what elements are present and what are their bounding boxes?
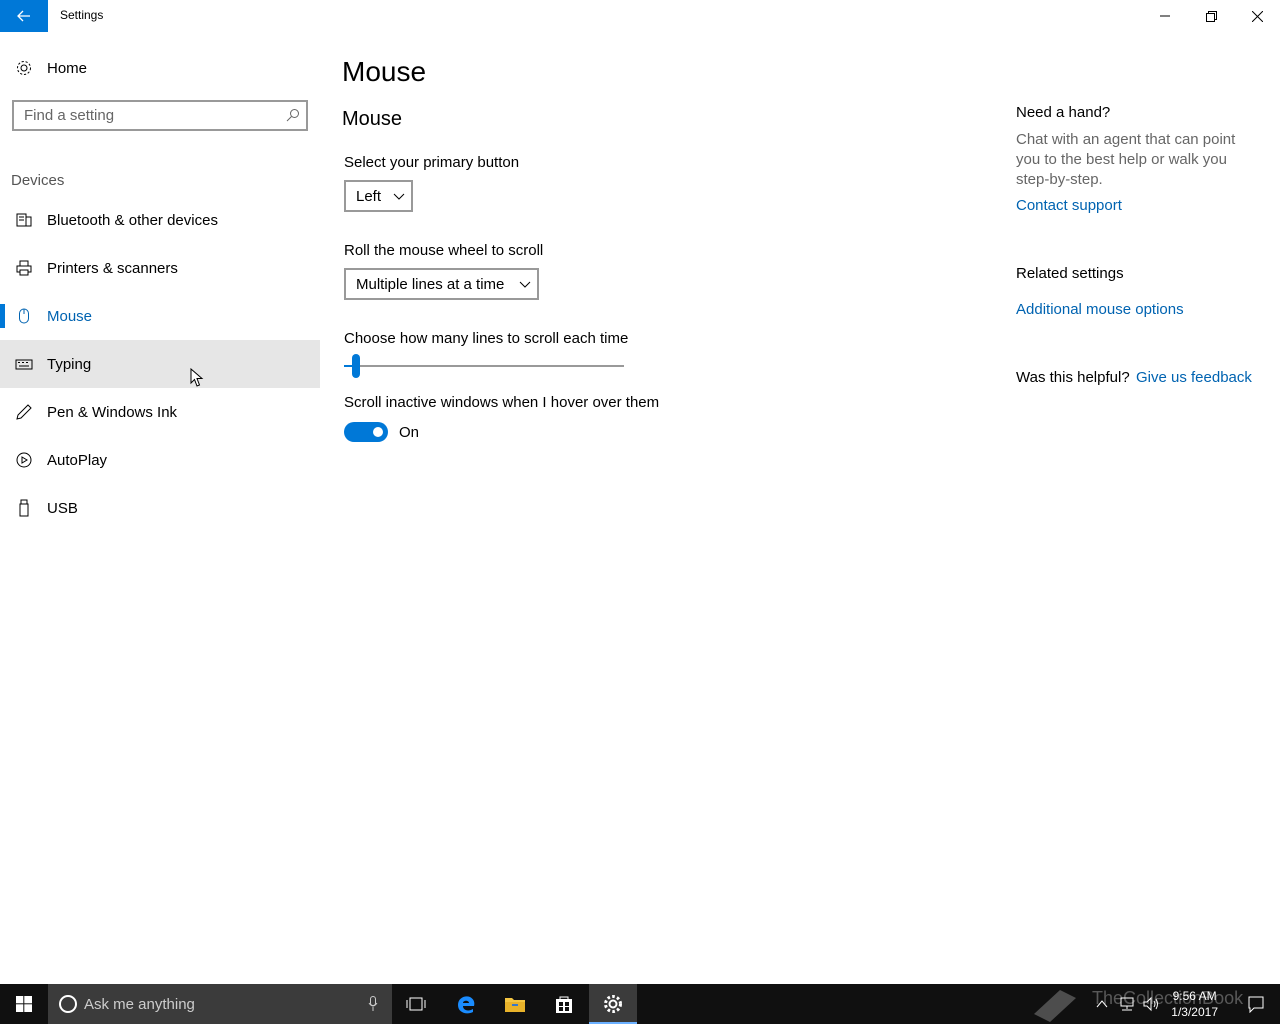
page-title: Mouse [342, 56, 427, 87]
additional-mouse-options-link[interactable]: Additional mouse options [1016, 301, 1184, 318]
lines-slider-label: Choose how many lines to scroll each tim… [344, 330, 629, 347]
chevron-down-icon [519, 281, 531, 288]
sidebar-item-mouse[interactable]: Mouse [0, 292, 320, 340]
gear-icon [604, 995, 622, 1013]
sidebar-item-label: Printers & scanners [47, 259, 178, 277]
contact-support-link[interactable]: Contact support [1016, 197, 1122, 214]
edge-browser-icon [458, 996, 475, 1014]
primary-button-label: Select your primary button [344, 154, 520, 171]
sidebar-item-autoplay[interactable]: AutoPlay [0, 436, 320, 484]
volume-button[interactable] [1140, 984, 1162, 1024]
search-input[interactable] [14, 102, 274, 129]
chevron-down-icon [393, 193, 405, 200]
clock-time: 9:56 AM [1172, 989, 1217, 1003]
taskbar: TheCollectionBook 9:56 AM 1/3/2017 [0, 984, 1280, 1024]
sidebar: Home Devices Bluetooth & other devices P… [0, 32, 320, 984]
window-title: Settings [60, 8, 104, 22]
sidebar-item-label: Mouse [47, 307, 93, 325]
autoplay-icon [14, 450, 34, 470]
sidebar-item-label: Pen & Windows Ink [47, 403, 178, 421]
taskbar-clock[interactable]: 9:56 AM 1/3/2017 [1171, 988, 1218, 1020]
windows-logo-icon [16, 996, 32, 1012]
minimize-button[interactable] [1142, 0, 1188, 32]
wheel-scroll-value: Multiple lines at a time [356, 275, 505, 293]
primary-button-dropdown[interactable]: Left [344, 180, 413, 212]
sidebar-item-typing[interactable]: Typing [0, 340, 320, 388]
inactive-scroll-label: Scroll inactive windows when I hover ove… [344, 394, 660, 411]
title-bar: Settings [0, 0, 1280, 32]
show-hidden-icons-button[interactable] [1094, 984, 1110, 1024]
sidebar-item-label: Typing [47, 355, 92, 373]
usb-icon [14, 498, 34, 518]
clock-date: 1/3/2017 [1171, 1005, 1218, 1019]
action-center-button[interactable] [1232, 984, 1280, 1024]
task-view-button[interactable] [392, 984, 440, 1024]
sidebar-section-label: Devices [11, 172, 65, 189]
printer-icon [14, 258, 34, 278]
watermark-text: TheCollectionBook [1092, 988, 1244, 1008]
section-title: Mouse [342, 108, 403, 130]
start-button[interactable] [0, 984, 48, 1024]
slider-thumb[interactable] [352, 354, 360, 378]
sidebar-item-usb[interactable]: USB [0, 484, 320, 532]
feedback-link[interactable]: Give us feedback [1136, 369, 1252, 386]
sidebar-item-home[interactable]: Home [0, 48, 320, 88]
lines-slider[interactable] [344, 354, 624, 378]
volume-icon [1143, 996, 1158, 1012]
sidebar-item-label: AutoPlay [47, 451, 108, 469]
store-app-button[interactable] [540, 984, 588, 1024]
store-icon [556, 996, 572, 1013]
back-button[interactable] [0, 0, 48, 32]
sidebar-item-label: Bluetooth & other devices [47, 211, 218, 229]
mouse-cursor-icon [190, 368, 204, 387]
sidebar-item-label: USB [47, 499, 78, 517]
sidebar-item-printers[interactable]: Printers & scanners [0, 244, 320, 292]
microphone-icon[interactable] [368, 996, 378, 1012]
close-button[interactable] [1234, 0, 1280, 32]
inactive-scroll-toggle[interactable] [344, 422, 388, 442]
mouse-icon [14, 306, 34, 326]
cortana-search[interactable] [48, 984, 392, 1024]
chevron-up-icon [1096, 1000, 1108, 1008]
minimize-icon [1160, 15, 1170, 17]
restore-icon [1205, 10, 1217, 22]
settings-app-button[interactable] [589, 984, 637, 1024]
gear-icon [14, 58, 34, 78]
file-explorer-button[interactable] [491, 984, 539, 1024]
related-settings-heading: Related settings [1016, 265, 1124, 282]
book-watermark-icon [1034, 990, 1076, 1022]
bluetooth-devices-icon [14, 210, 34, 230]
close-icon [1251, 10, 1263, 22]
sidebar-item-bluetooth[interactable]: Bluetooth & other devices [0, 196, 320, 244]
network-button[interactable] [1116, 984, 1138, 1024]
network-icon [1120, 997, 1134, 1011]
sidebar-home-label: Home [47, 59, 88, 77]
folder-icon [505, 998, 525, 1012]
slider-track[interactable] [344, 365, 624, 367]
help-text: Chat with an agent that can point you to… [1016, 131, 1236, 188]
search-icon[interactable] [286, 108, 300, 127]
wheel-scroll-label: Roll the mouse wheel to scroll [344, 242, 544, 259]
sidebar-item-pen[interactable]: Pen & Windows Ink [0, 388, 320, 436]
search-box[interactable] [12, 100, 308, 131]
toggle-state: On [399, 424, 420, 441]
keyboard-icon [14, 354, 34, 374]
restore-button[interactable] [1188, 0, 1234, 32]
help-heading: Need a hand? [1016, 104, 1111, 121]
wheel-scroll-dropdown[interactable]: Multiple lines at a time [344, 268, 539, 300]
cortana-icon [59, 995, 77, 1013]
task-view-icon [406, 997, 426, 1011]
helpful-label: Was this helpful? [1016, 369, 1130, 386]
settings-window: Settings Home Devices [0, 0, 1280, 984]
pen-icon [14, 402, 34, 422]
primary-button-value: Left [356, 187, 382, 205]
notification-icon [1248, 996, 1264, 1013]
back-arrow-icon [17, 10, 30, 22]
cortana-input[interactable] [84, 995, 344, 1013]
edge-app-button[interactable] [442, 984, 490, 1024]
toggle-knob [373, 427, 383, 437]
